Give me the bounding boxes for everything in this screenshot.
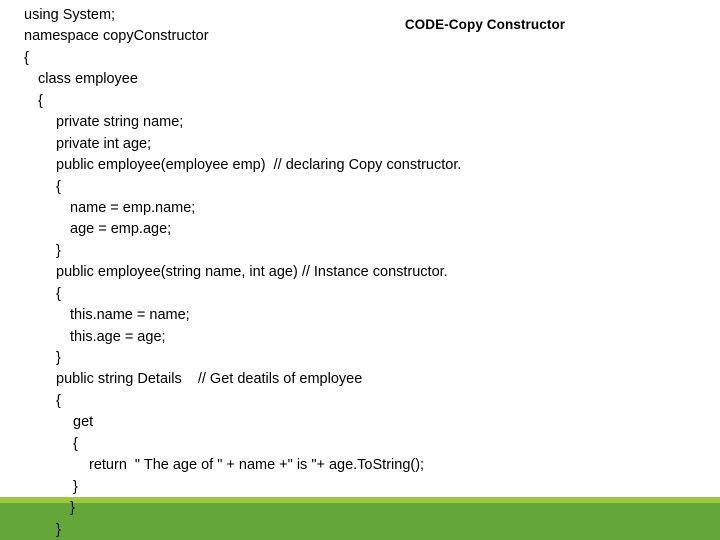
code-line: } xyxy=(56,242,61,259)
code-line: public string Details // Get deatils of … xyxy=(56,371,363,388)
code-line: { xyxy=(24,49,29,66)
code-line: this.age = age; xyxy=(70,328,166,345)
code-line: } xyxy=(70,500,75,517)
code-line: { xyxy=(56,285,61,302)
code-line: { xyxy=(38,92,43,109)
code-line: } xyxy=(56,521,61,538)
code-line: private int age; xyxy=(56,135,152,152)
slide-canvas: CODE-Copy Constructor using System; names… xyxy=(0,0,720,540)
code-line: name = emp.name; xyxy=(70,199,196,216)
code-listing: using System; namespace copyConstructor { c… xyxy=(0,5,720,540)
code-line: class employee xyxy=(38,71,138,88)
code-line: get xyxy=(73,414,94,431)
code-line: { xyxy=(56,178,61,195)
code-line: { xyxy=(73,435,78,452)
code-line: this.name = name; xyxy=(70,307,190,324)
code-line: return " The age of " + name +" is "+ ag… xyxy=(89,457,425,474)
code-line: using System; xyxy=(24,7,116,23)
code-line: private string name; xyxy=(56,114,184,131)
code-line: age = emp.age; xyxy=(70,221,172,238)
code-line: { xyxy=(56,392,61,409)
code-line: namespace copyConstructor xyxy=(24,28,209,45)
code-line: } xyxy=(56,350,61,366)
code-line: } xyxy=(73,478,78,495)
code-line: public employee(string name, int age) //… xyxy=(56,264,448,281)
code-line: public employee(employee emp) // declari… xyxy=(56,157,462,174)
